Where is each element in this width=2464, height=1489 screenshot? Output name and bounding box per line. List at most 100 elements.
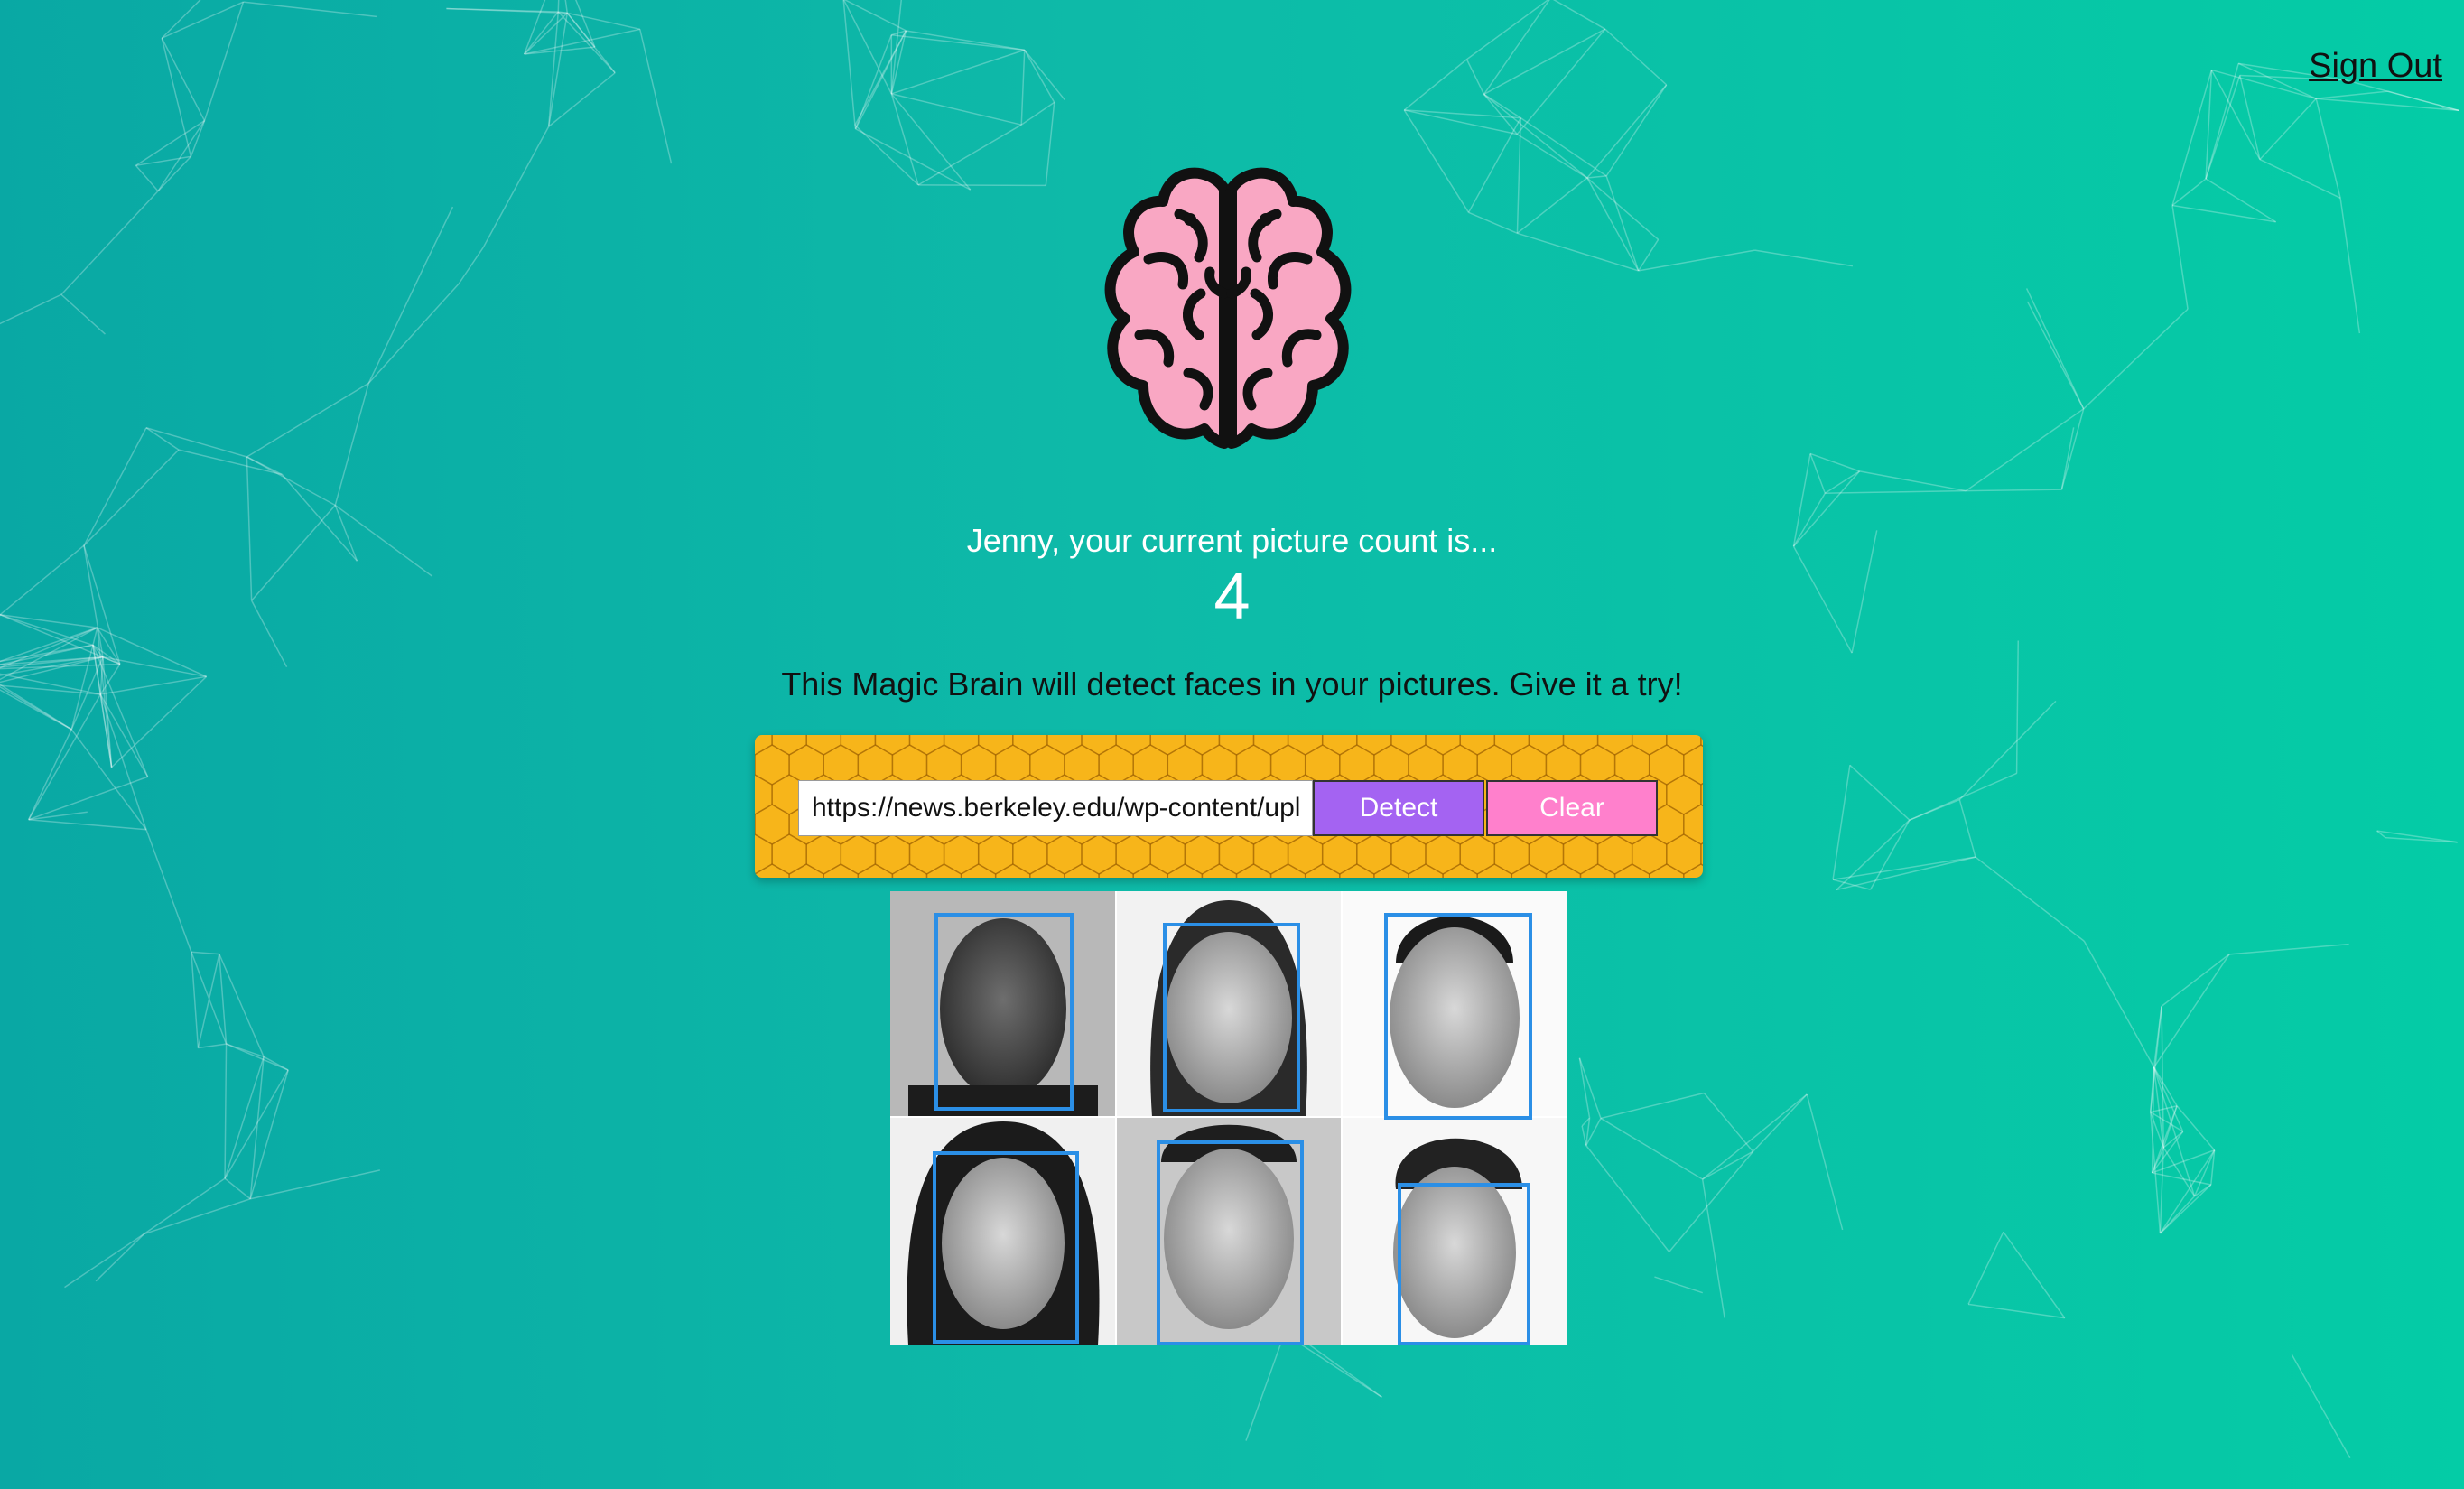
network-line (890, 93, 919, 186)
honeycomb-cell (1408, 863, 1444, 878)
honeycomb-cell (1442, 744, 1478, 786)
honeycomb-cell (1098, 863, 1134, 878)
network-line (203, 1, 245, 121)
honeycomb-cell (1046, 833, 1083, 875)
network-line (135, 155, 191, 167)
sign-out-link[interactable]: Sign Out (2309, 47, 2442, 86)
network-line (1967, 1231, 2004, 1305)
honeycomb-cell (1476, 863, 1513, 878)
network-line (1703, 1092, 1754, 1152)
honeycomb-cell (977, 735, 1014, 756)
network-line (1578, 1057, 1602, 1119)
honeycomb-cell (1666, 774, 1702, 815)
network-line (191, 951, 219, 955)
network-line (917, 124, 1022, 186)
honeycomb-cell (1081, 735, 1117, 756)
honeycomb-cell (1064, 863, 1100, 878)
network-line (224, 1044, 228, 1179)
honeycomb-cell (1562, 735, 1599, 756)
honeycomb-cell (857, 744, 894, 786)
network-line (2171, 205, 2189, 310)
image-url-input[interactable] (798, 780, 1313, 836)
network-line (243, 1, 377, 18)
honeycomb-cell (823, 863, 860, 878)
network-line (0, 293, 62, 325)
network-line (547, 13, 569, 127)
network-line (1600, 1117, 1704, 1180)
honeycomb-cell (1115, 833, 1151, 875)
network-line (482, 126, 550, 248)
honeycomb-cell (1167, 744, 1204, 786)
network-line (64, 1233, 144, 1289)
network-line (161, 0, 201, 39)
network-line (1465, 59, 1485, 95)
network-line (95, 1233, 145, 1282)
honeycomb-cell (1373, 863, 1409, 878)
network-line (2159, 1196, 2196, 1234)
network-line (1520, 116, 1607, 177)
honeycomb-cell (1269, 863, 1306, 878)
network-line (1585, 1145, 1670, 1252)
network-line (60, 293, 106, 335)
network-line (1467, 117, 1521, 213)
network-line (2291, 1354, 2351, 1459)
detect-button[interactable]: Detect (1313, 780, 1484, 836)
network-line (2171, 204, 2276, 223)
network-line (334, 383, 370, 506)
network-line (28, 818, 147, 831)
honeycomb-cell (788, 863, 824, 878)
network-line (161, 1, 244, 39)
honeycomb-cell (1115, 735, 1151, 756)
network-line (564, 0, 569, 14)
honeycomb-cell (1081, 833, 1117, 875)
network-line (843, 0, 907, 32)
network-line (1483, 93, 1521, 119)
honeycomb-cell (943, 735, 980, 756)
honeycomb-cell (1218, 833, 1255, 875)
network-line (1516, 28, 1606, 135)
honeycomb-cell (1390, 833, 1427, 875)
network-line (1752, 1093, 1808, 1152)
network-line (2339, 198, 2361, 334)
network-line (2238, 75, 2261, 160)
honeycomb-cell (1579, 744, 1616, 786)
honeycomb-cell (857, 863, 894, 878)
network-line (2259, 98, 2317, 161)
network-line (2003, 1231, 2066, 1319)
face-bounding-box (1384, 913, 1532, 1120)
honeycomb-cell (994, 744, 1031, 786)
network-line (1245, 1333, 1286, 1441)
network-line (639, 29, 673, 164)
honeycomb-cell (1545, 744, 1582, 786)
network-line (523, 0, 546, 55)
honeycomb-cell (1596, 735, 1633, 756)
honeycomb-cell (1459, 735, 1496, 756)
network-line (1024, 50, 1055, 103)
network-line (145, 427, 180, 451)
network-line (1836, 819, 1911, 890)
network-line (1702, 1150, 1753, 1180)
clear-button[interactable]: Clear (1486, 780, 1658, 836)
honeycomb-cell (874, 833, 911, 875)
network-line (145, 427, 247, 458)
honeycomb-cell (1064, 744, 1100, 786)
network-line (1806, 1093, 1844, 1231)
honeycomb-cell (1528, 833, 1565, 875)
network-line (425, 206, 454, 263)
honeycomb-cell (1476, 744, 1513, 786)
honeycomb-cell (1029, 744, 1065, 786)
network-line (135, 164, 159, 192)
honeycomb-cell (960, 744, 997, 786)
brain-icon (1104, 167, 1352, 449)
network-line (2025, 288, 2085, 410)
honeycomb-cell (1425, 735, 1461, 756)
honeycomb-cell (1149, 735, 1186, 756)
honeycomb-cell (1132, 863, 1169, 878)
network-line (1581, 1125, 1587, 1146)
honeycomb-cell (1184, 735, 1221, 756)
network-line (2205, 178, 2277, 223)
network-line (1958, 799, 1976, 858)
honeycomb-cell (755, 744, 790, 786)
honeycomb-cell (1666, 833, 1702, 875)
honeycomb-cell (1613, 744, 1650, 786)
